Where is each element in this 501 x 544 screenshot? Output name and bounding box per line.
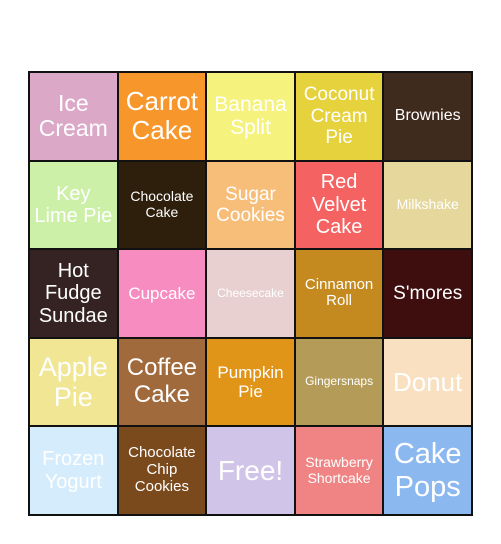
bingo-cell[interactable]: Cake Pops — [384, 427, 471, 514]
bingo-cell[interactable]: Free! — [207, 427, 294, 514]
bingo-cell[interactable]: Strawberry Shortcake — [295, 427, 383, 514]
bingo-cell[interactable]: Coconut Cream Pie — [295, 73, 383, 160]
bingo-cell[interactable]: Frozen Yogurt — [30, 427, 117, 514]
bingo-cell[interactable]: Coffee Cake — [118, 338, 206, 426]
bingo-card: Ice Cream Carrot Cake Banana Split Coconut … — [28, 71, 473, 516]
bingo-cell[interactable]: Donut — [384, 338, 471, 426]
bingo-cell[interactable]: Pumpkin Pie — [207, 338, 294, 426]
bingo-cell[interactable]: Hot Fudge Sundae — [30, 250, 117, 337]
bingo-cell[interactable]: Chocolate Chip Cookies — [118, 427, 206, 514]
bingo-cell[interactable]: Cupcake — [118, 250, 206, 337]
bingo-cell[interactable]: Key Lime Pie — [30, 161, 117, 249]
bingo-cell[interactable]: S'mores — [384, 250, 471, 337]
bingo-cell[interactable]: Chocolate Cake — [118, 161, 206, 249]
bingo-cell[interactable]: Sugar Cookies — [207, 161, 294, 249]
bingo-cell[interactable]: Red Velvet Cake — [295, 161, 383, 249]
bingo-cell[interactable]: Ice Cream — [30, 73, 117, 160]
bingo-cell[interactable]: Banana Split — [207, 73, 294, 160]
bingo-cell[interactable]: Carrot Cake — [118, 73, 206, 160]
bingo-cell[interactable]: Milkshake — [384, 161, 471, 249]
bingo-cell[interactable]: Apple Pie — [30, 338, 117, 426]
bingo-cell[interactable]: Brownies — [384, 73, 471, 160]
bingo-cell[interactable]: Gingersnaps — [295, 338, 383, 426]
bingo-cell[interactable]: Cheesecake — [207, 250, 294, 337]
bingo-cell[interactable]: Cinnamon Roll — [295, 250, 383, 337]
